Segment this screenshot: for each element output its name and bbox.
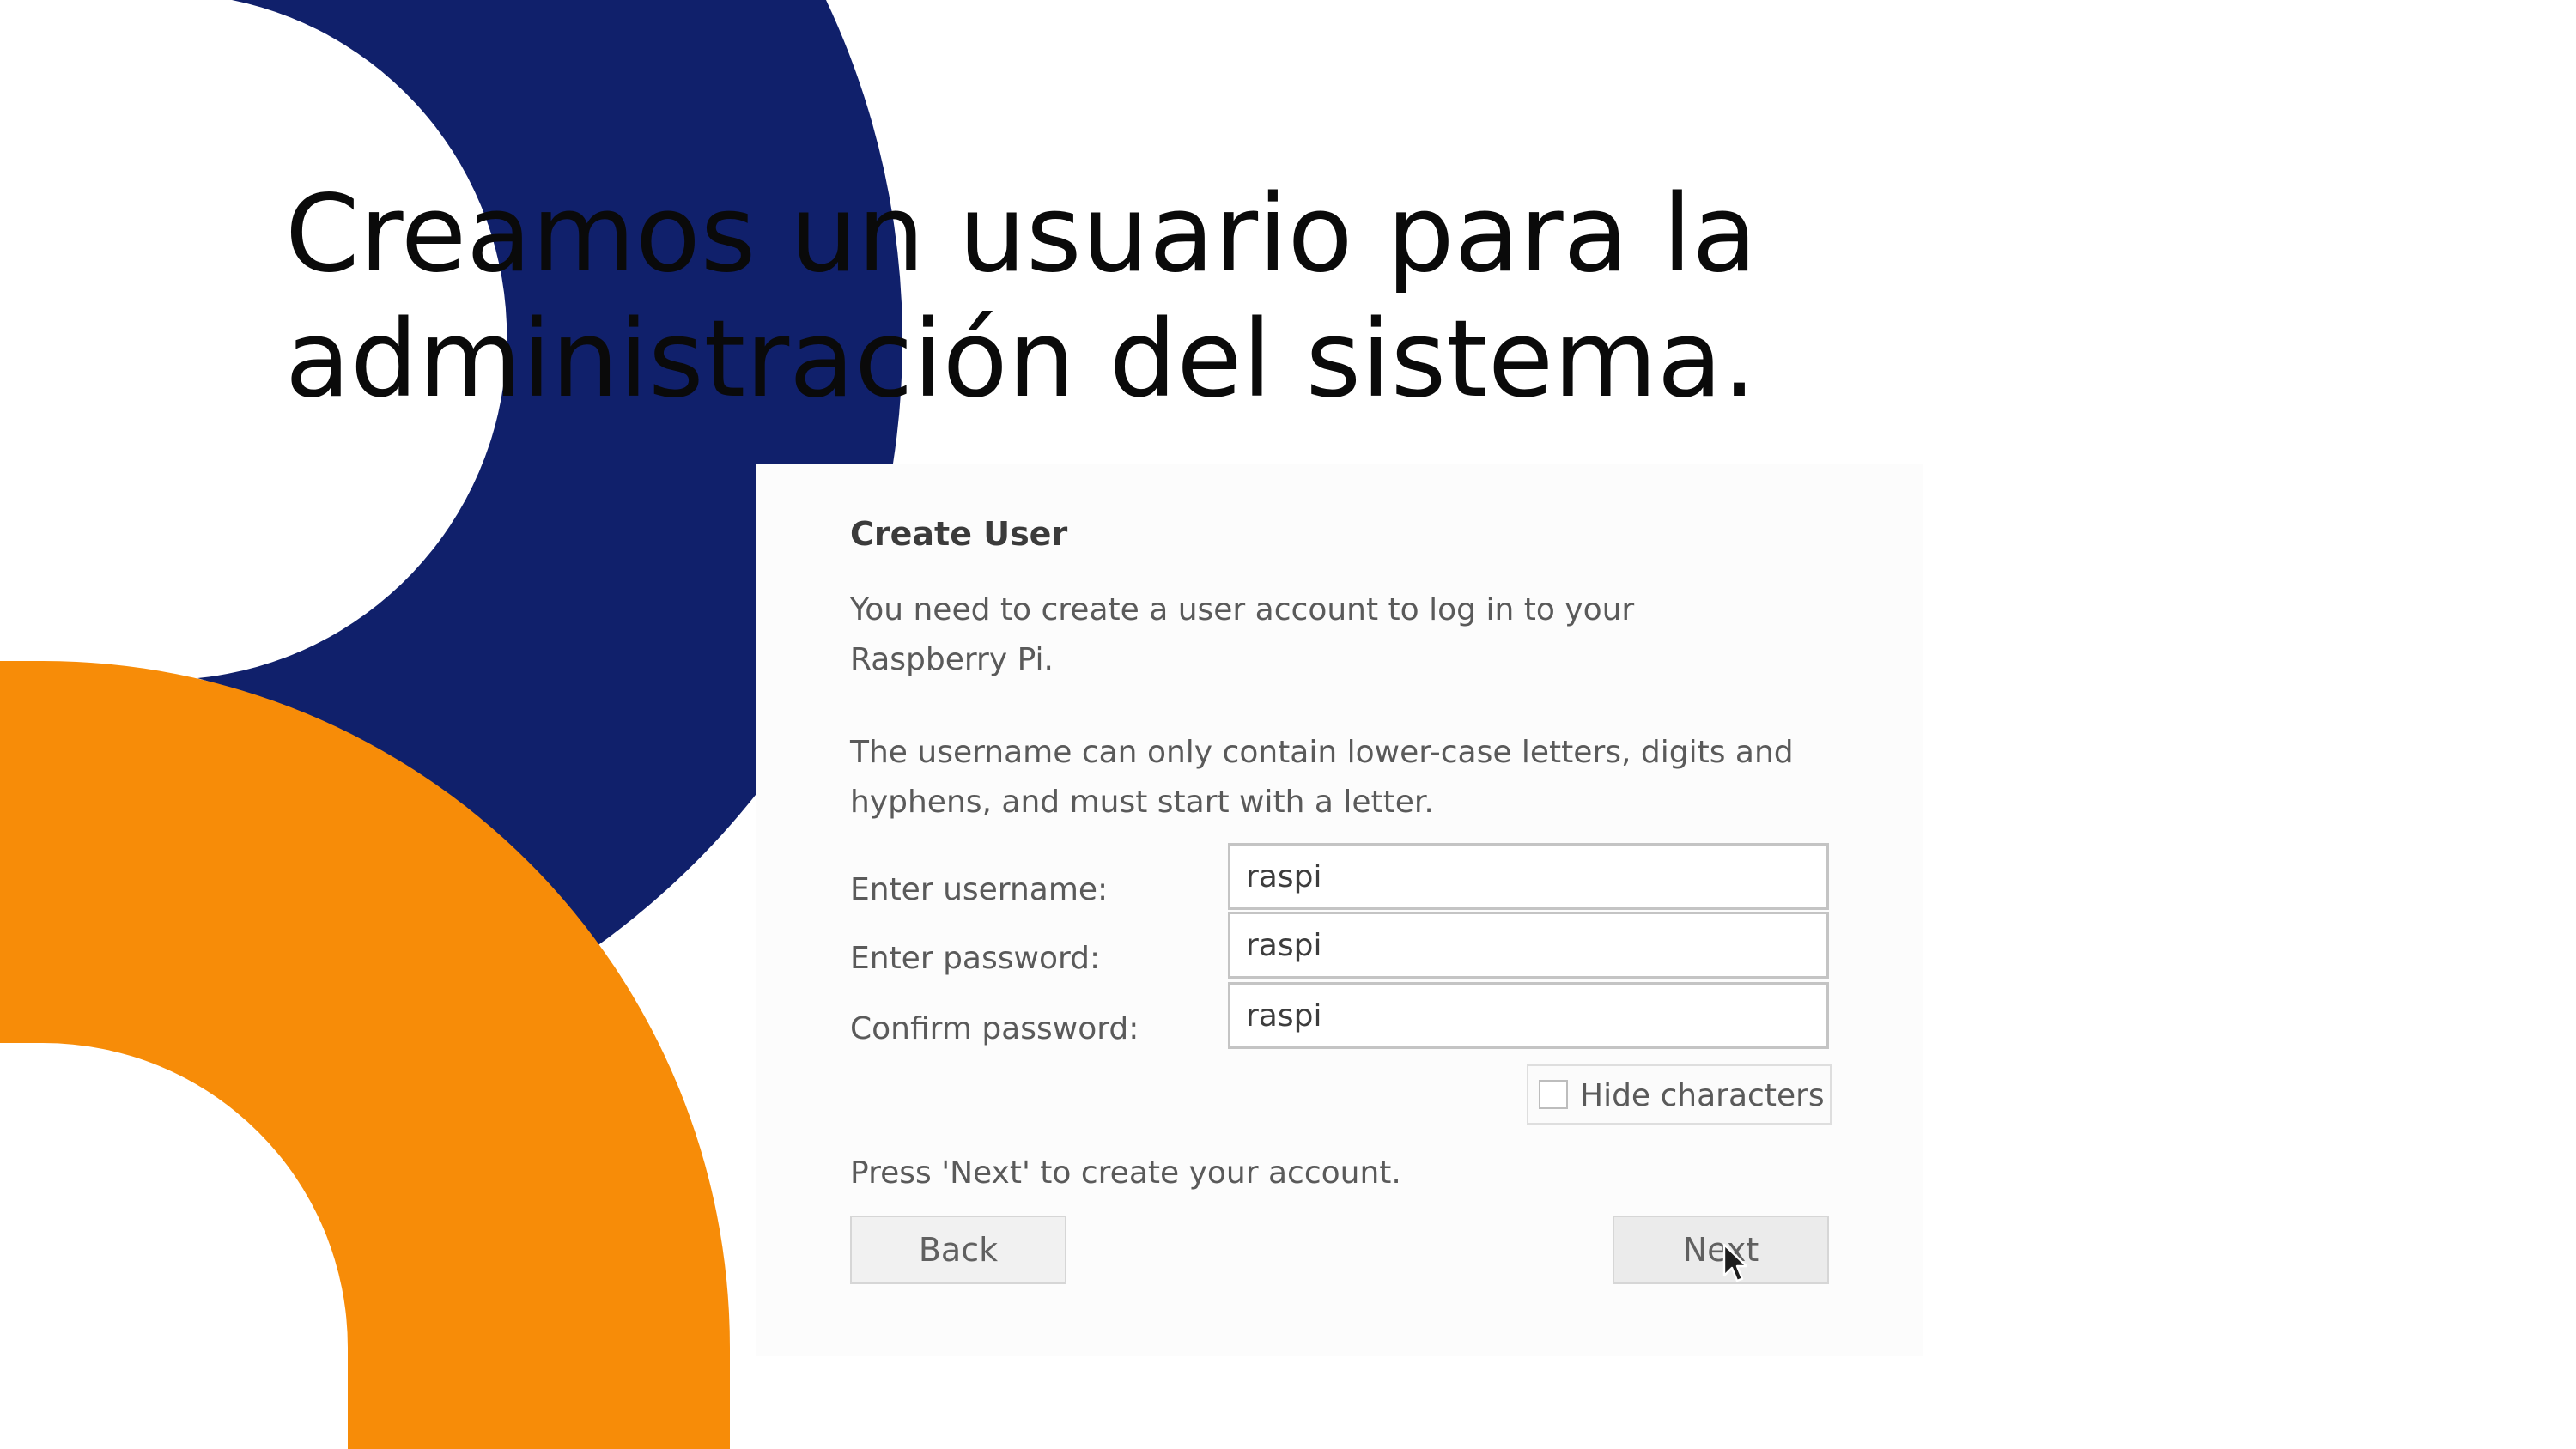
next-hint-text: Press 'Next' to create your account.	[850, 1155, 1401, 1191]
create-user-dialog: Create User You need to create a user ac…	[756, 464, 1923, 1356]
username-field[interactable]	[1228, 843, 1829, 910]
dialog-intro-text: You need to create a user account to log…	[850, 592, 1635, 677]
next-button[interactable]: Next	[1613, 1216, 1829, 1284]
mouse-pointer-icon	[1722, 1243, 1748, 1282]
confirm-password-label: Confirm password:	[850, 1011, 1139, 1046]
hide-characters-label: Hide characters	[1580, 1078, 1825, 1113]
hide-characters-option[interactable]: Hide characters	[1527, 1064, 1832, 1125]
confirm-password-field[interactable]	[1228, 982, 1829, 1049]
hide-characters-checkbox[interactable]	[1539, 1080, 1568, 1109]
back-button[interactable]: Back	[850, 1216, 1066, 1284]
password-field[interactable]	[1228, 912, 1829, 979]
username-label: Enter username:	[850, 872, 1109, 907]
password-label: Enter password:	[850, 941, 1101, 976]
dialog-rules-text: The username can only contain lower-case…	[850, 735, 1794, 820]
slide-title: Creamos un usuario para la administració…	[285, 173, 1758, 421]
dialog-title: Create User	[850, 515, 1068, 553]
